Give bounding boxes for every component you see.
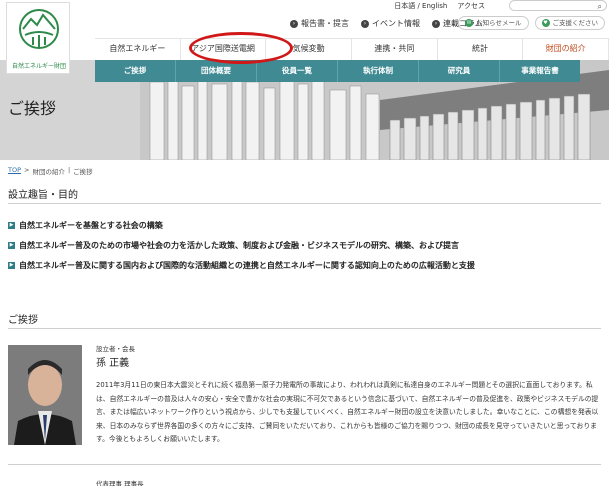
tab-reports[interactable]: 事業報告書	[500, 60, 580, 82]
logo-text: 自然エネルギー財団	[11, 63, 66, 70]
nav-statistics[interactable]: 統計	[438, 39, 524, 60]
arrow-icon: ›	[432, 19, 440, 28]
divider	[8, 203, 601, 204]
page-title: ご挨拶	[8, 99, 57, 118]
purpose-title: 設立趣旨・目的	[8, 190, 78, 201]
breadcrumb-top[interactable]: TOP	[8, 166, 21, 176]
sub-nav: › 報告書・提言 › イベント情報 › 連載コラム	[290, 18, 483, 29]
breadcrumb-about[interactable]: 財団の紹介	[32, 166, 65, 176]
highlight-circle	[189, 32, 293, 64]
search-input[interactable]: ⌕	[509, 0, 607, 11]
breadcrumb-current: ご挨拶	[73, 168, 93, 176]
tab-researchers[interactable]: 研究員	[419, 60, 500, 82]
greeting-text: 2011年3月11日の東日本大震災とそれに続く福島第一原子力発電所の事故により、…	[96, 381, 599, 443]
portrait-image	[8, 345, 82, 445]
breadcrumb-separator: |	[67, 166, 71, 174]
founder-name: 孫 正義	[96, 358, 130, 369]
site-logo[interactable]: 自然エネルギー財団	[6, 2, 70, 74]
nav-partnership[interactable]: 連携・共同	[352, 39, 438, 60]
access-link[interactable]: アクセス	[457, 1, 485, 11]
sub-nav-events[interactable]: › イベント情報	[361, 18, 420, 29]
founder-role: 設立者・会長	[96, 345, 135, 353]
arrow-icon: ›	[361, 19, 369, 28]
tab-greeting[interactable]: ご挨拶	[95, 60, 176, 82]
about-subnav: ご挨拶 団体概要 役員一覧 執行体制 研究員 事業報告書	[95, 60, 580, 82]
language-link[interactable]: 日本語 / English	[394, 1, 447, 11]
founder-photo	[8, 345, 82, 445]
site-header: 自然エネルギー財団 日本語 / English アクセス ⌕ › 報告書・提言 …	[0, 0, 609, 74]
search-icon[interactable]: ⌕	[598, 2, 602, 12]
mail-icon: ✉	[465, 19, 474, 27]
arrow-icon: ›	[290, 19, 298, 28]
purpose-item: ▶ 自然エネルギー普及のための市場や社会の力を活かした政策、制度および金融・ビジ…	[8, 241, 459, 250]
tab-structure[interactable]: 執行体制	[338, 60, 419, 82]
purpose-item: ▶ 自然エネルギー普及に関する国内および国際的な活動組織との連携と自然エネルギー…	[8, 261, 475, 270]
logo-icon	[19, 9, 59, 49]
tab-officers[interactable]: 役員一覧	[257, 60, 338, 82]
nav-about[interactable]: 財団の紹介	[523, 39, 609, 60]
arrow-icon: ▶	[8, 262, 15, 269]
sub-nav-reports[interactable]: › 報告書・提言	[290, 18, 349, 29]
breadcrumb: TOP > 財団の紹介 | ご挨拶	[8, 166, 93, 176]
divider	[8, 464, 601, 465]
nav-renewable-energy[interactable]: 自然エネルギー	[95, 39, 181, 60]
donate-button[interactable]: ♥ ご支援ください	[534, 16, 605, 30]
support-icon: ♥	[541, 19, 550, 27]
arrow-icon: ▶	[8, 242, 15, 249]
breadcrumb-separator: >	[24, 166, 30, 174]
chair-role: 代表理事 理事長	[96, 480, 144, 486]
header-buttons: ✉ お知らせメール ♥ ご支援ください	[458, 16, 605, 30]
main-nav: 自然エネルギー アジア国際送電網 気候変動 連携・共同 統計 財団の紹介	[95, 38, 609, 60]
purpose-item: ▶ 自然エネルギーを基盤とする社会の構築	[8, 221, 163, 230]
divider	[8, 328, 601, 329]
arrow-icon: ▶	[8, 222, 15, 229]
greeting-title: ご挨拶	[8, 315, 38, 326]
newsletter-button[interactable]: ✉ お知らせメール	[458, 16, 529, 30]
